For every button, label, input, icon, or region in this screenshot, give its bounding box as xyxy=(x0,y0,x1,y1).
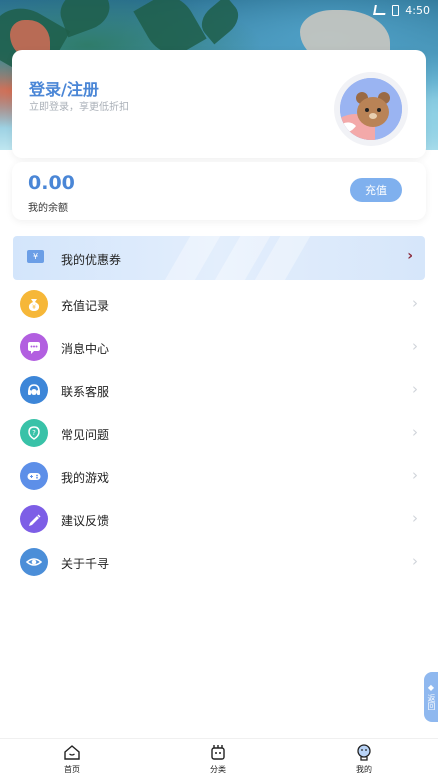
bear-avatar-icon xyxy=(340,78,402,140)
floating-tab-label: 返回 xyxy=(427,694,436,710)
svg-text:?: ? xyxy=(32,429,36,437)
chevron-right-icon: › xyxy=(412,423,418,441)
menu-item-faq[interactable]: ? 常见问题 › xyxy=(0,412,438,455)
status-time: 4:50 xyxy=(405,3,430,17)
tab-category[interactable]: 分类 xyxy=(188,743,248,775)
tab-home[interactable]: 首页 xyxy=(42,743,102,775)
eye-icon xyxy=(20,548,48,576)
chevron-right-icon: › xyxy=(412,552,418,570)
chevron-right-icon: › xyxy=(412,509,418,527)
chevron-right-icon: › xyxy=(412,380,418,398)
menu-item-feedback[interactable]: 建议反馈 › xyxy=(0,498,438,541)
message-icon xyxy=(20,333,48,361)
menu-item-label: 消息中心 xyxy=(61,342,110,356)
menu-item-label: 建议反馈 xyxy=(61,514,110,528)
pen-icon xyxy=(20,505,48,533)
chevron-right-icon: › xyxy=(412,337,418,355)
money-bag-icon: ¥ xyxy=(20,290,48,318)
menu-item-label: 关于千寻 xyxy=(61,557,110,571)
coupon-entry[interactable]: ¥ 我的优惠券 › xyxy=(13,236,425,280)
chevron-right-icon: › xyxy=(407,248,413,264)
gamepad-icon xyxy=(20,462,48,490)
balance-card: 0.00 我的余额 充值 xyxy=(12,162,426,220)
menu-item-my-games[interactable]: 我的游戏 › xyxy=(0,455,438,498)
ticket-icon: ¥ xyxy=(27,250,44,263)
recharge-button[interactable]: 充值 xyxy=(350,178,402,202)
chevron-right-icon: › xyxy=(412,294,418,312)
menu-item-label: 我的游戏 xyxy=(61,471,110,485)
profile-icon xyxy=(357,744,371,761)
svg-text:¥: ¥ xyxy=(32,304,36,311)
balance-value: 0.00 xyxy=(28,172,75,194)
menu-item-label: 充值记录 xyxy=(61,299,110,313)
coupon-label: 我的优惠券 xyxy=(61,253,122,267)
wifi-icon xyxy=(373,5,388,15)
login-register-link[interactable]: 登录/注册 xyxy=(29,76,99,100)
login-subtitle: 立即登录，享更低折扣 xyxy=(29,102,129,113)
menu-item-recharge-history[interactable]: ¥ 充值记录 › xyxy=(0,283,438,326)
chevron-right-icon: › xyxy=(412,466,418,484)
floating-return-tab[interactable]: ◆ 返回 xyxy=(424,672,438,722)
bottom-tab-bar: 首页 分类 我的 xyxy=(0,738,438,780)
diamond-icon: ◆ xyxy=(427,683,435,692)
category-icon xyxy=(211,745,225,760)
balance-label: 我的余额 xyxy=(28,203,68,214)
menu-item-about[interactable]: 关于千寻 › xyxy=(0,541,438,584)
menu-item-label: 常见问题 xyxy=(61,428,110,442)
menu-item-customer-service[interactable]: 联系客服 › xyxy=(0,369,438,412)
menu-item-message-center[interactable]: 消息中心 › xyxy=(0,326,438,369)
battery-icon xyxy=(392,4,400,16)
tab-label: 分类 xyxy=(210,765,226,774)
menu-item-label: 联系客服 xyxy=(61,385,110,399)
avatar[interactable] xyxy=(334,72,408,146)
menu-list: ¥ 充值记录 › 消息中心 › 联系客服 › ? 常见问题 › 我的游戏 › 建… xyxy=(0,283,438,584)
status-bar: 4:50 xyxy=(373,2,430,18)
headset-icon xyxy=(20,376,48,404)
tab-profile[interactable]: 我的 xyxy=(334,743,394,775)
tab-label: 首页 xyxy=(64,765,80,774)
tab-label: 我的 xyxy=(356,765,372,774)
home-icon xyxy=(64,745,80,760)
help-icon: ? xyxy=(20,419,48,447)
profile-card[interactable]: 登录/注册 立即登录，享更低折扣 xyxy=(12,50,426,158)
